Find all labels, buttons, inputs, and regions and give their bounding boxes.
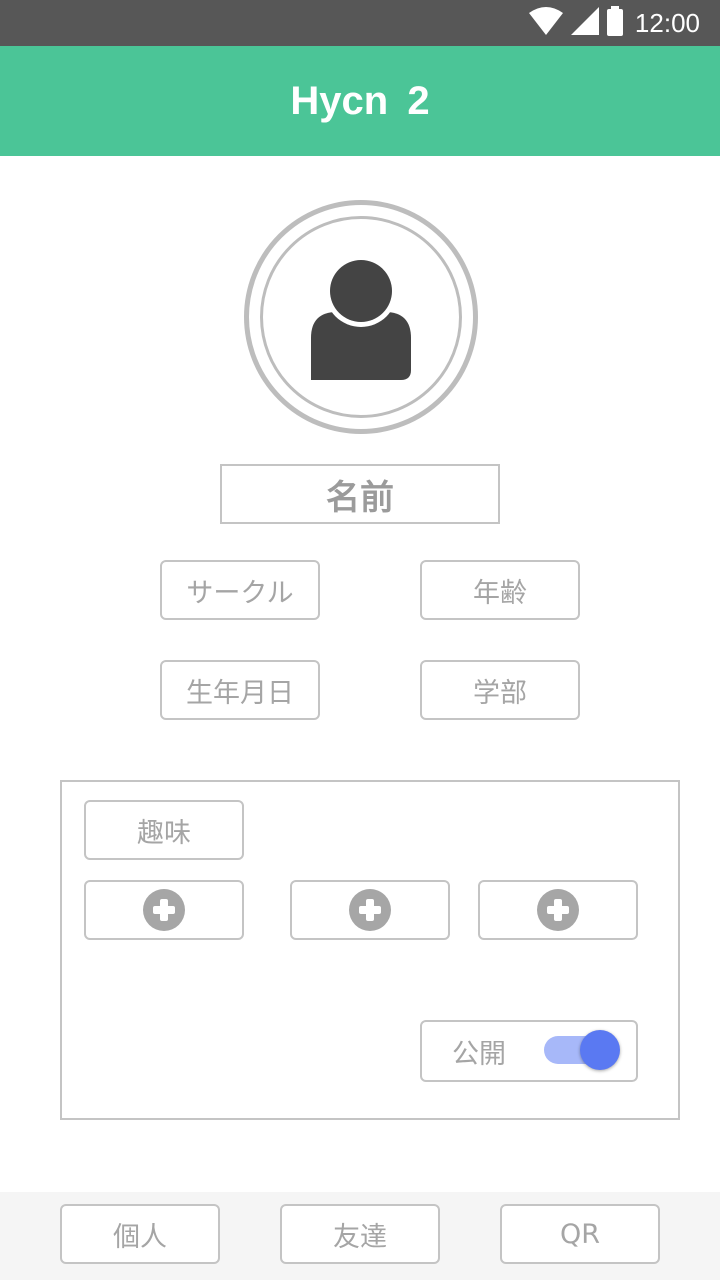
app-title: Hycn 2 (290, 79, 430, 123)
public-label: 公開 (452, 1038, 506, 1070)
status-time: 12:00 (634, 7, 700, 38)
avatar[interactable] (244, 200, 478, 434)
circle-field[interactable]: サークル (160, 560, 320, 620)
app-bar: Hycn 2 (0, 46, 720, 156)
plus-circle-icon (349, 889, 391, 931)
public-setting: 公開 (420, 1020, 638, 1082)
public-toggle[interactable] (544, 1030, 620, 1070)
add-hobby-button-2[interactable] (290, 880, 450, 940)
hobbies-card: 趣味 公開 (60, 780, 680, 1120)
toggle-knob (580, 1030, 620, 1070)
status-bar: 12:00 (0, 0, 720, 46)
faculty-field[interactable]: 学部 (420, 660, 580, 720)
age-field[interactable]: 年齢 (420, 560, 580, 620)
hobbies-label: 趣味 (84, 800, 244, 860)
plus-circle-icon (143, 889, 185, 931)
bottom-nav: 個人 友達 QR (0, 1192, 720, 1280)
battery-icon (606, 6, 623, 40)
nav-personal-button[interactable]: 個人 (60, 1204, 220, 1264)
wifi-icon (528, 7, 563, 39)
add-hobby-button-3[interactable] (478, 880, 638, 940)
nav-friends-button[interactable]: 友達 (280, 1204, 440, 1264)
nav-qr-button[interactable]: QR (500, 1204, 660, 1264)
add-hobby-button-1[interactable] (84, 880, 244, 940)
status-icons: 12:00 (528, 6, 700, 40)
name-field[interactable]: 名前 (220, 464, 500, 524)
birthday-field[interactable]: 生年月日 (160, 660, 320, 720)
plus-circle-icon (537, 889, 579, 931)
cellular-signal-icon (570, 7, 599, 39)
